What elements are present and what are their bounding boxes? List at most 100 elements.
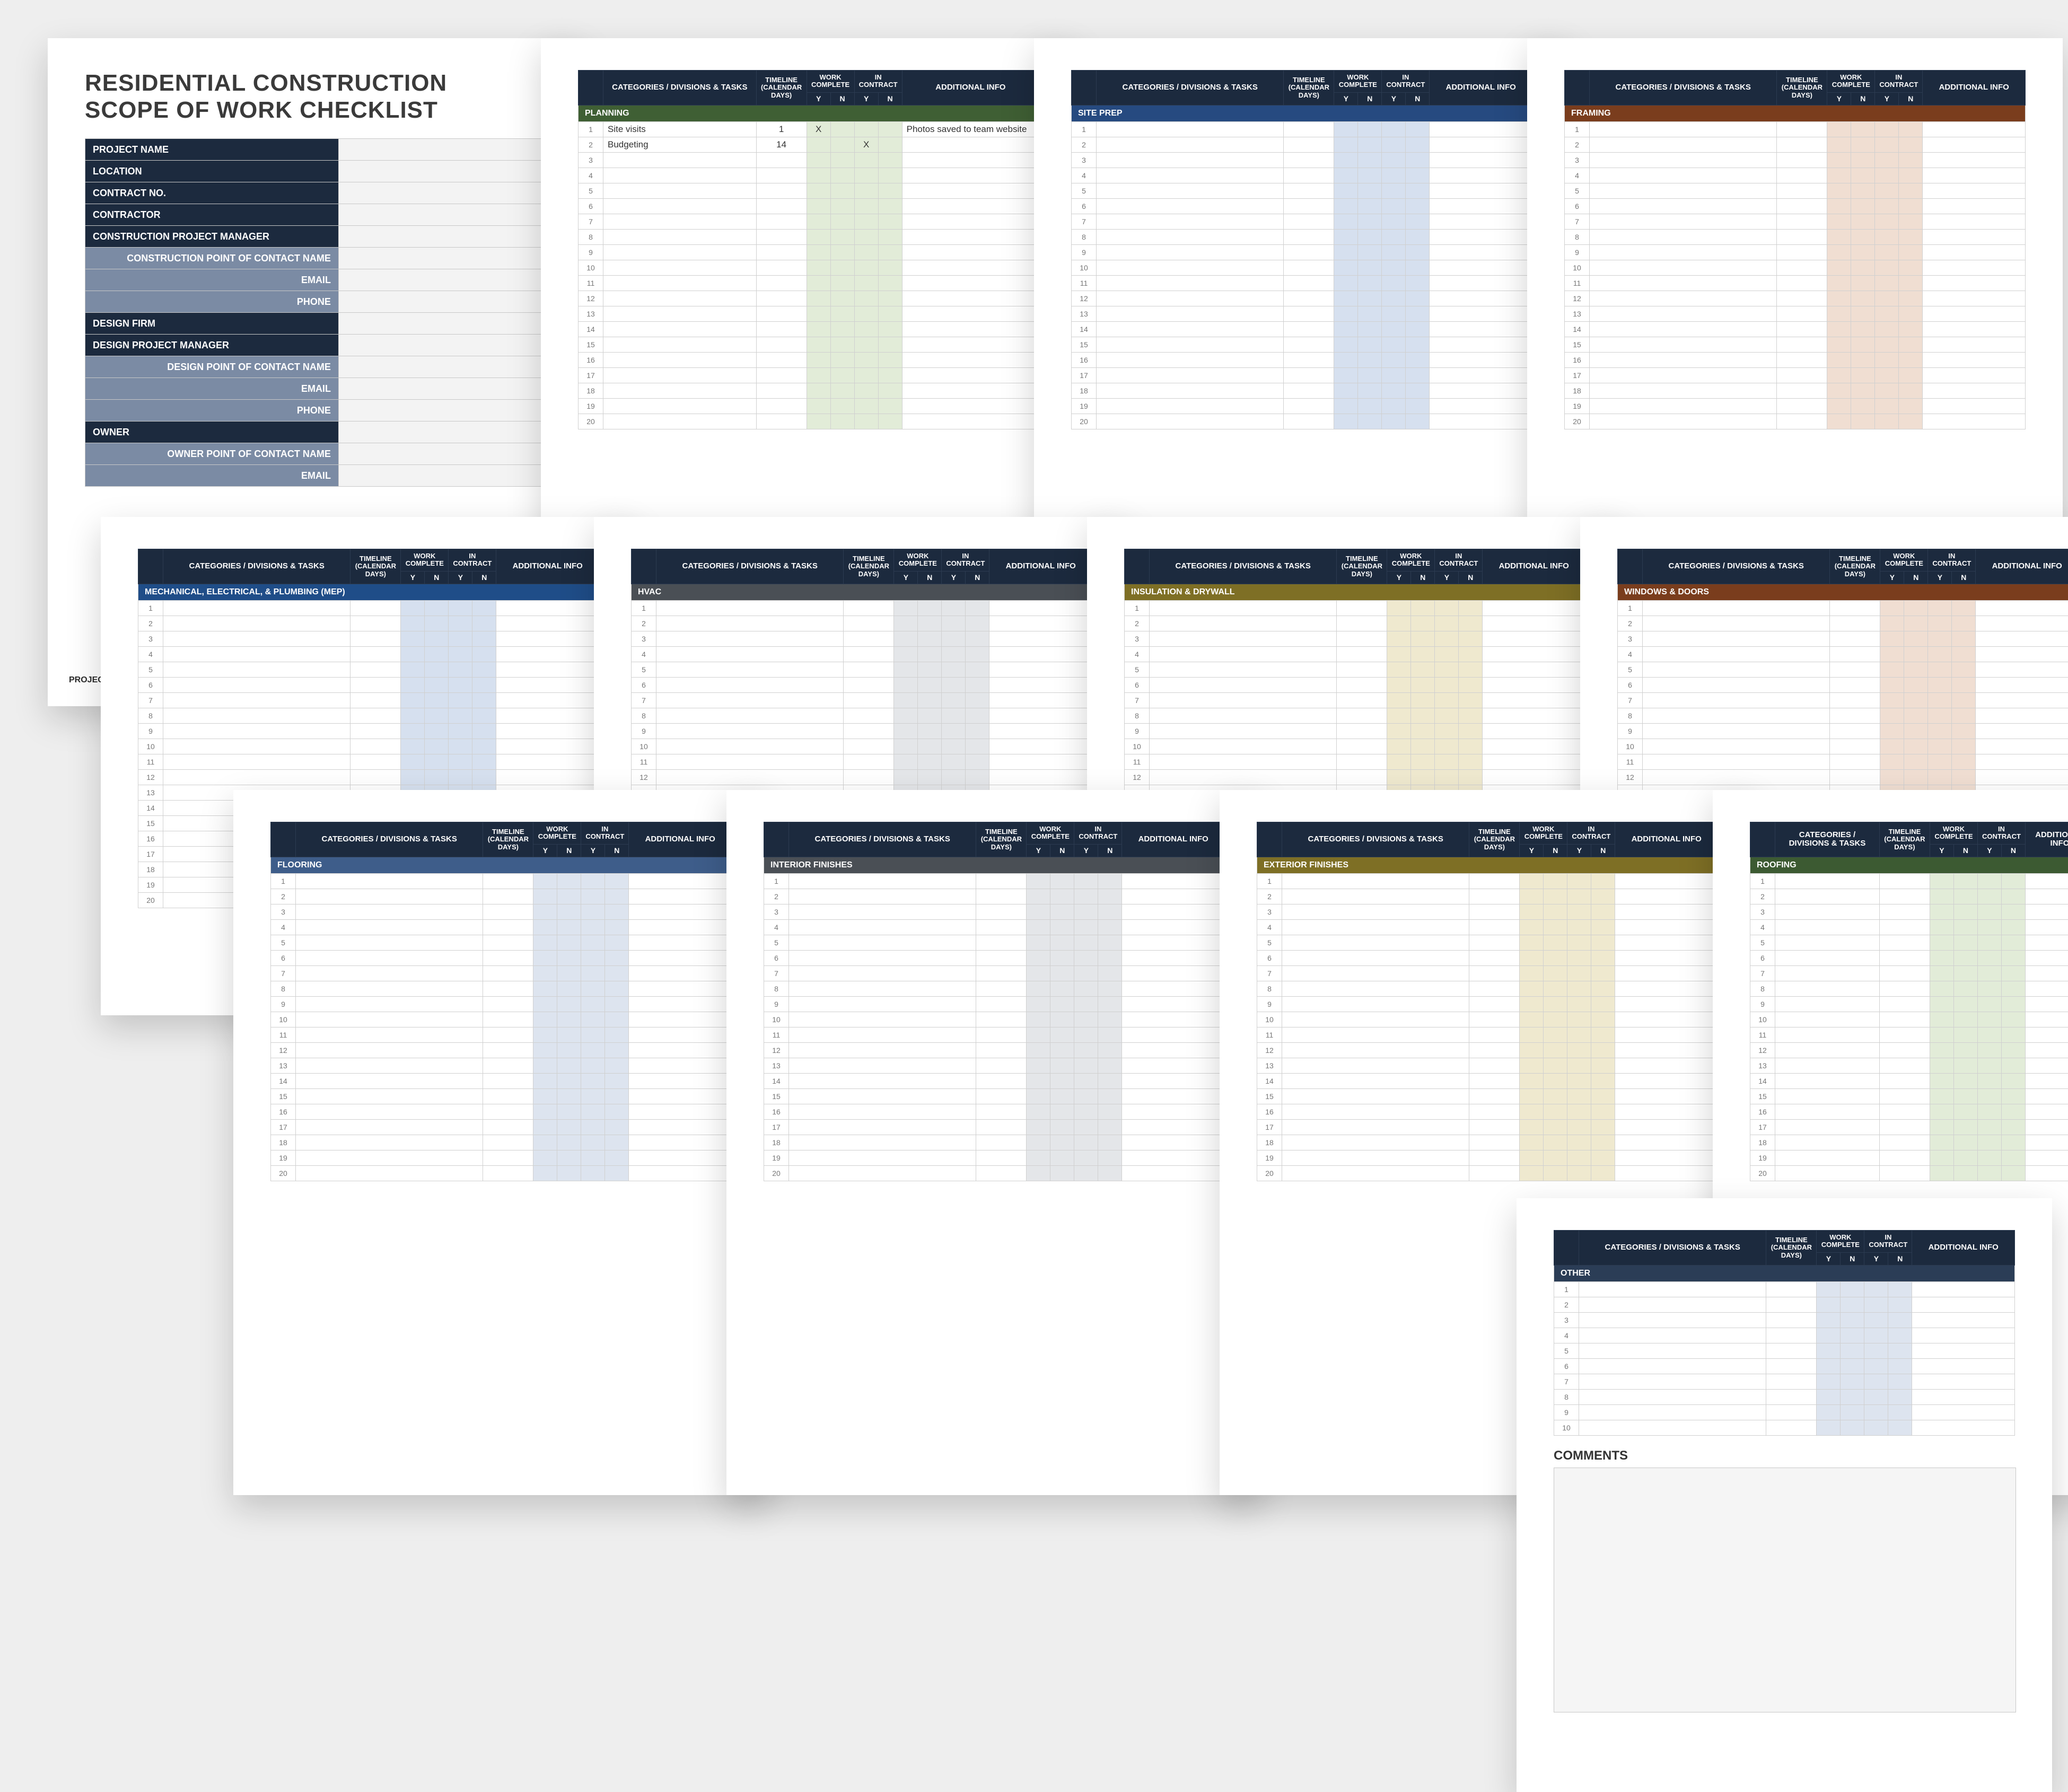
- timeline-cell[interactable]: [844, 708, 894, 723]
- timeline-cell[interactable]: 14: [756, 137, 807, 152]
- task-cell[interactable]: [789, 1073, 976, 1088]
- info-cell[interactable]: [1430, 306, 1532, 321]
- wc-y[interactable]: [1827, 321, 1851, 337]
- ic-y[interactable]: [1567, 965, 1591, 981]
- ic-y[interactable]: [1382, 260, 1406, 275]
- wc-y[interactable]: [1880, 646, 1904, 662]
- wc-n[interactable]: [1411, 631, 1435, 646]
- task-cell[interactable]: [1097, 321, 1284, 337]
- wc-n[interactable]: [1544, 1073, 1567, 1088]
- timeline-cell[interactable]: [483, 1088, 533, 1104]
- task-cell[interactable]: [1775, 1135, 1880, 1150]
- wc-y[interactable]: [401, 708, 425, 723]
- wc-y[interactable]: [1827, 244, 1851, 260]
- wc-n[interactable]: [557, 996, 581, 1012]
- ic-n[interactable]: [878, 352, 902, 367]
- info-cell[interactable]: [1122, 1058, 1225, 1073]
- task-cell[interactable]: [789, 904, 976, 919]
- timeline-cell[interactable]: [1777, 198, 1827, 214]
- ic-n[interactable]: [1406, 398, 1430, 414]
- wc-n[interactable]: [425, 646, 449, 662]
- wc-n[interactable]: [1358, 229, 1382, 244]
- timeline-cell[interactable]: [1337, 769, 1387, 785]
- wc-y[interactable]: [1817, 1281, 1841, 1297]
- info-cell[interactable]: [2025, 1104, 2068, 1119]
- wc-y[interactable]: X: [807, 121, 830, 137]
- task-cell[interactable]: [1097, 152, 1284, 168]
- ic-n[interactable]: [472, 631, 496, 646]
- ic-n[interactable]: [605, 1104, 629, 1119]
- ic-y[interactable]: [449, 631, 472, 646]
- task-cell[interactable]: [656, 769, 844, 785]
- form-value[interactable]: [338, 291, 546, 313]
- task-cell[interactable]: [1643, 708, 1830, 723]
- wc-y[interactable]: [807, 183, 830, 198]
- info-cell[interactable]: [496, 754, 599, 769]
- ic-n[interactable]: [1406, 121, 1430, 137]
- info-cell[interactable]: [1923, 275, 2026, 291]
- wc-y[interactable]: [1827, 367, 1851, 383]
- task-cell[interactable]: [603, 183, 757, 198]
- timeline-cell[interactable]: [1777, 168, 1827, 183]
- task-cell[interactable]: [1590, 229, 1777, 244]
- wc-n[interactable]: [1358, 398, 1382, 414]
- ic-y[interactable]: [1977, 935, 2001, 950]
- ic-y[interactable]: [1864, 1358, 1888, 1374]
- wc-y[interactable]: [533, 965, 557, 981]
- ic-y[interactable]: [1382, 275, 1406, 291]
- ic-y[interactable]: [1875, 152, 1899, 168]
- info-cell[interactable]: [629, 1150, 732, 1165]
- wc-y[interactable]: [1334, 229, 1358, 244]
- info-cell[interactable]: [2025, 919, 2068, 935]
- timeline-cell[interactable]: [483, 1042, 533, 1058]
- timeline-cell[interactable]: [483, 996, 533, 1012]
- timeline-cell[interactable]: [1284, 275, 1334, 291]
- info-cell[interactable]: [1122, 1119, 1225, 1135]
- info-cell[interactable]: [1976, 723, 2068, 739]
- wc-n[interactable]: [1544, 1104, 1567, 1119]
- wc-n[interactable]: [1411, 754, 1435, 769]
- task-cell[interactable]: [1590, 367, 1777, 383]
- wc-y[interactable]: [1520, 1058, 1544, 1073]
- info-cell[interactable]: [989, 646, 1092, 662]
- task-cell[interactable]: [1590, 198, 1777, 214]
- info-cell[interactable]: [496, 631, 599, 646]
- wc-n[interactable]: [1851, 168, 1875, 183]
- wc-n[interactable]: [425, 739, 449, 754]
- wc-y[interactable]: [1930, 1104, 1953, 1119]
- wc-y[interactable]: [1827, 352, 1851, 367]
- info-cell[interactable]: [1430, 398, 1532, 414]
- ic-n[interactable]: [1406, 337, 1430, 352]
- wc-n[interactable]: [1851, 229, 1875, 244]
- timeline-cell[interactable]: [1879, 1104, 1930, 1119]
- info-cell[interactable]: [989, 662, 1092, 677]
- info-cell[interactable]: [1923, 260, 2026, 275]
- task-cell[interactable]: [296, 1088, 483, 1104]
- task-cell[interactable]: [656, 646, 844, 662]
- ic-y[interactable]: [1977, 981, 2001, 996]
- ic-n[interactable]: [878, 291, 902, 306]
- ic-n[interactable]: [1591, 1042, 1615, 1058]
- ic-n[interactable]: [2001, 1042, 2025, 1058]
- info-cell[interactable]: [1923, 306, 2026, 321]
- ic-y[interactable]: [1977, 1119, 2001, 1135]
- wc-n[interactable]: [830, 214, 854, 229]
- ic-y[interactable]: [1875, 398, 1899, 414]
- wc-y[interactable]: [401, 723, 425, 739]
- info-cell[interactable]: [1122, 996, 1225, 1012]
- task-cell[interactable]: [1150, 739, 1337, 754]
- wc-n[interactable]: [1851, 306, 1875, 321]
- wc-y[interactable]: [1930, 1135, 1953, 1150]
- ic-y[interactable]: [1567, 889, 1591, 904]
- task-cell[interactable]: [1282, 904, 1469, 919]
- wc-y[interactable]: [894, 677, 918, 692]
- wc-y[interactable]: [533, 889, 557, 904]
- ic-n[interactable]: [1591, 1150, 1615, 1165]
- form-value[interactable]: [338, 465, 546, 487]
- ic-y[interactable]: [1977, 1073, 2001, 1088]
- wc-n[interactable]: [1050, 1073, 1074, 1088]
- ic-y[interactable]: [854, 275, 878, 291]
- task-cell[interactable]: [1590, 137, 1777, 152]
- timeline-cell[interactable]: [1766, 1389, 1817, 1404]
- ic-n[interactable]: [1459, 631, 1483, 646]
